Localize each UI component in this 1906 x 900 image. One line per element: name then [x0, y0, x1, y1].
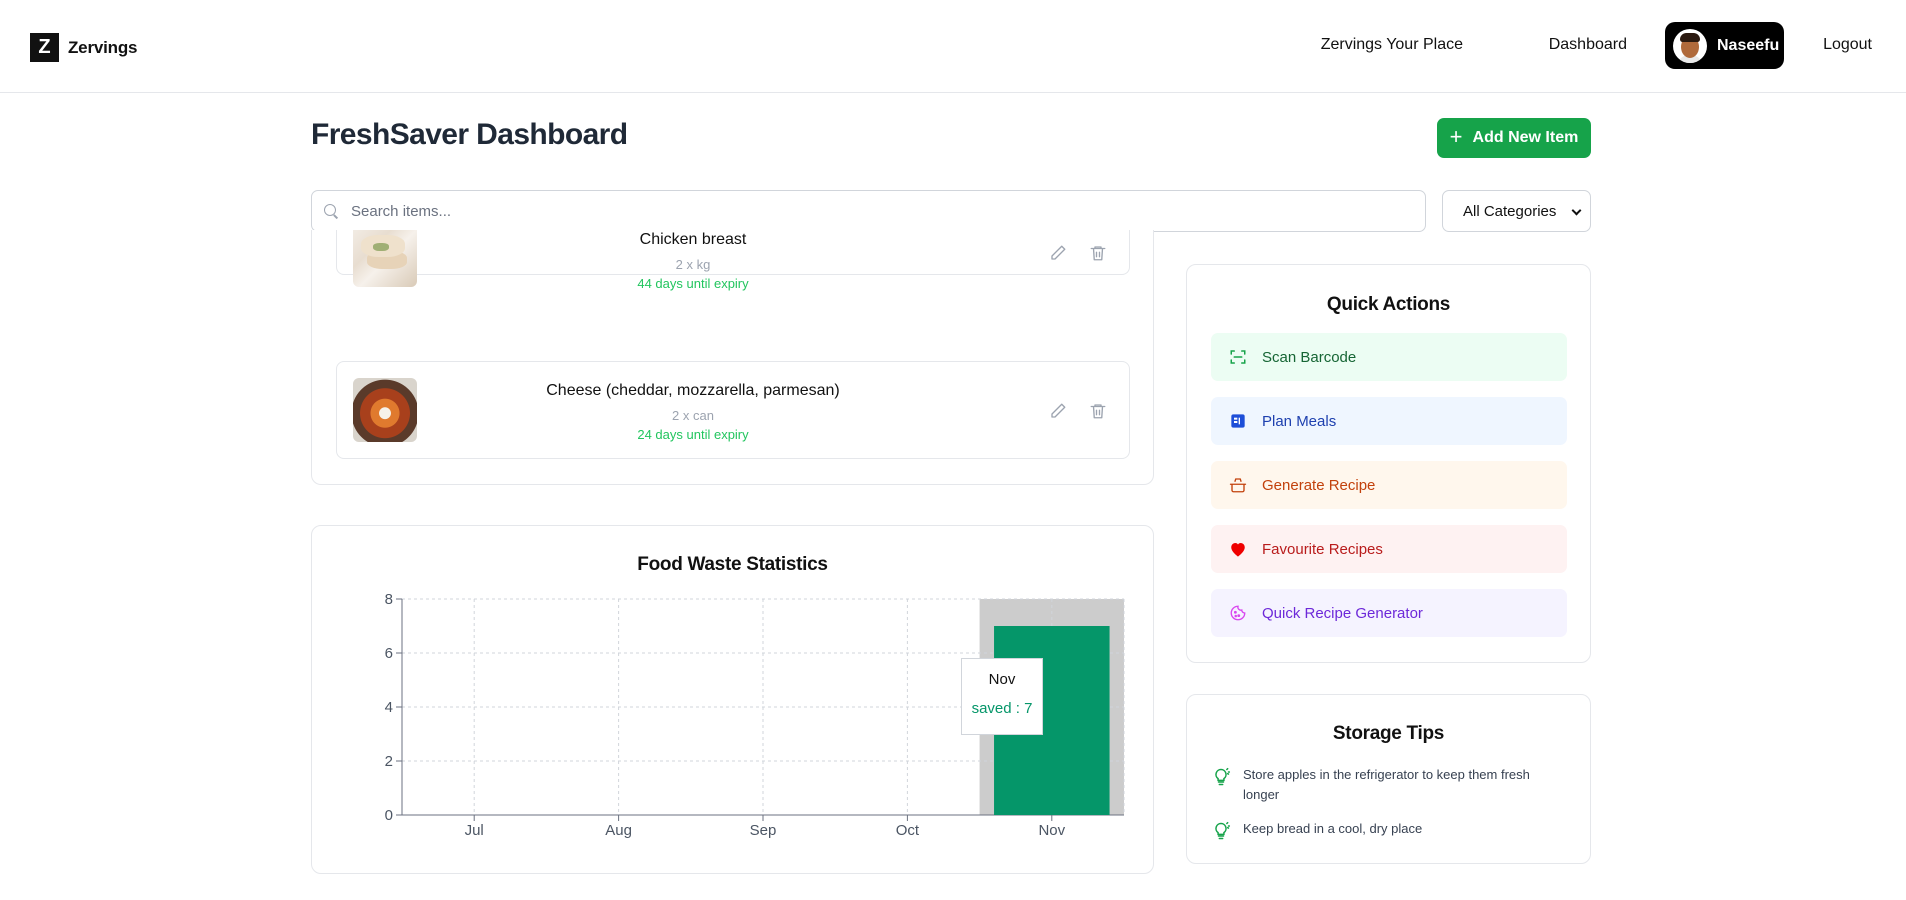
generate-recipe-button[interactable]: Generate Recipe — [1211, 461, 1567, 509]
item-expiry: 44 days until expiry — [637, 276, 749, 291]
search-icon — [324, 204, 338, 218]
list-item: Chicken breast 2 x kg 44 days until expi… — [336, 230, 1130, 291]
item-info: Chicken breast 2 x kg 44 days until expi… — [437, 231, 949, 291]
chevron-down-icon — [1571, 205, 1582, 216]
cooking-pot-icon — [1229, 476, 1247, 494]
page-title: FreshSaver Dashboard — [311, 118, 628, 151]
nav-link-dashboard[interactable]: Dashboard — [1549, 36, 1627, 54]
item-actions — [1049, 402, 1107, 420]
item-image — [353, 230, 417, 287]
item-name: Cheese (cheddar, mozzarella, parmesan) — [546, 382, 840, 399]
add-new-item-label: Add New Item — [1472, 129, 1579, 146]
y-tick-label: 4 — [385, 699, 393, 716]
item-name: Chicken breast — [639, 231, 747, 248]
top-navbar: Z Zervings Zervings Your Place Dashboard… — [0, 0, 1906, 93]
category-select[interactable]: All Categories — [1442, 190, 1591, 232]
tooltip-value: saved : 7 — [971, 700, 1033, 717]
item-actions — [1049, 244, 1107, 262]
cookie-icon — [1229, 604, 1247, 622]
storage-tip: Store apples in the refrigerator to keep… — [1211, 765, 1551, 805]
y-tick-label: 6 — [385, 645, 393, 662]
search-input[interactable] — [351, 202, 1401, 220]
scan-barcode-label: Scan Barcode — [1262, 348, 1357, 366]
user-name: Naseefu — [1717, 36, 1780, 54]
search-box — [311, 190, 1426, 232]
quick-actions-title: Quick Actions — [1326, 294, 1451, 315]
list-item: Cheese (cheddar, mozzarella, parmesan) 2… — [336, 361, 1130, 459]
favourite-recipes-button[interactable]: Favourite Recipes — [1211, 525, 1567, 573]
chart-tooltip: Nov saved : 7 — [961, 658, 1043, 735]
edit-icon[interactable] — [1049, 244, 1067, 262]
add-new-item-button[interactable]: + Add New Item — [1437, 118, 1591, 158]
trash-icon[interactable] — [1089, 402, 1107, 420]
brand[interactable]: Z Zervings — [30, 33, 137, 62]
brand-logo: Z — [30, 33, 59, 62]
y-tick-label: 0 — [385, 807, 393, 824]
x-tick-label: Sep — [750, 822, 777, 839]
generate-recipe-label: Generate Recipe — [1262, 476, 1376, 494]
storage-tips-card: Storage Tips Store apples in the refrige… — [1186, 694, 1591, 864]
x-tick-label: Oct — [896, 822, 920, 839]
x-tick-label: Nov — [1038, 822, 1065, 839]
item-image — [353, 378, 417, 442]
edit-icon[interactable] — [1049, 402, 1067, 420]
category-select-value: All Categories — [1463, 202, 1557, 220]
heart-icon — [1229, 540, 1247, 558]
lightbulb-icon — [1215, 821, 1231, 840]
y-tick-label: 2 — [385, 753, 393, 770]
food-waste-statistics-card: Food Waste Statistics 0 2 4 6 8 Jul Aug Sep Oct N… — [311, 525, 1154, 874]
tooltip-label: Nov — [988, 671, 1016, 688]
trash-icon[interactable] — [1089, 244, 1107, 262]
plan-meals-button[interactable]: Plan Meals — [1211, 397, 1567, 445]
quick-recipe-generator-label: Quick Recipe Generator — [1262, 604, 1423, 622]
x-tick-label: Jul — [465, 822, 484, 839]
logout-link[interactable]: Logout — [1823, 36, 1872, 54]
inventory-list[interactable]: Chicken breast 2 x kg 44 days until expi… — [311, 230, 1154, 485]
storage-tip: Keep bread in a cool, dry place — [1211, 819, 1551, 841]
item-quantity: 2 x can — [672, 408, 714, 423]
item-expiry: 24 days until expiry — [637, 427, 749, 442]
quick-actions-card: Quick Actions Scan Barcode Plan Meals Ge… — [1186, 264, 1591, 663]
avatar — [1673, 28, 1707, 63]
lightbulb-icon — [1215, 767, 1231, 786]
user-menu-button[interactable]: Naseefu — [1665, 22, 1784, 69]
quick-recipe-generator-button[interactable]: Quick Recipe Generator — [1211, 589, 1567, 637]
scan-barcode-button[interactable]: Scan Barcode — [1211, 333, 1567, 381]
calendar-icon — [1229, 412, 1247, 430]
storage-tip-text: Keep bread in a cool, dry place — [1243, 821, 1423, 836]
storage-tips-title: Storage Tips — [1332, 723, 1445, 744]
nav-menu: Zervings Your Place Dashboard Naseefu Lo… — [1206, 22, 1906, 69]
brand-name: Zervings — [68, 37, 138, 57]
item-info: Cheese (cheddar, mozzarella, parmesan) 2… — [437, 382, 949, 442]
y-tick-label: 8 — [385, 591, 393, 608]
favourite-recipes-label: Favourite Recipes — [1262, 540, 1383, 558]
plan-meals-label: Plan Meals — [1262, 412, 1337, 430]
storage-tip-text: Store apples in the refrigerator to keep… — [1243, 767, 1530, 802]
plus-icon: + — [1449, 124, 1463, 149]
nav-link-zervings-your-place[interactable]: Zervings Your Place — [1321, 36, 1463, 54]
item-quantity: 2 x kg — [675, 257, 711, 272]
scan-barcode-icon — [1229, 348, 1247, 366]
x-tick-label: Aug — [605, 822, 632, 839]
